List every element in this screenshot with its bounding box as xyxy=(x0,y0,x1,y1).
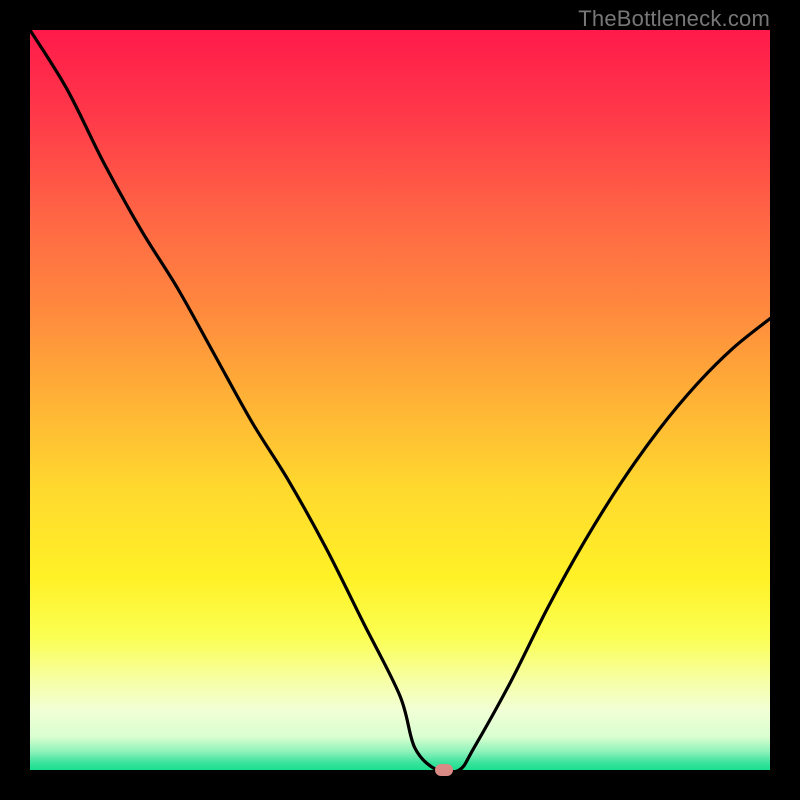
optimal-point-marker xyxy=(435,764,453,776)
bottleneck-curve xyxy=(30,30,770,770)
plot-area xyxy=(30,30,770,770)
chart-frame: TheBottleneck.com xyxy=(0,0,800,800)
watermark-text: TheBottleneck.com xyxy=(578,6,770,32)
